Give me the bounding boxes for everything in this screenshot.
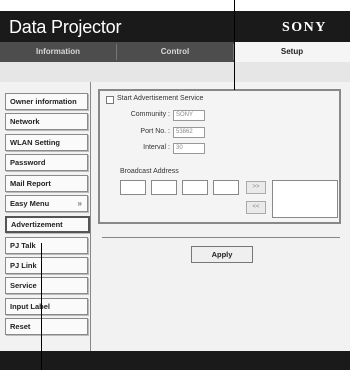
broadcast-octet-2-input[interactable] xyxy=(151,180,177,195)
callout-line xyxy=(41,243,42,370)
broadcast-address-list[interactable] xyxy=(272,180,338,218)
sidebar-item-pj-talk[interactable]: PJ Talk xyxy=(5,237,88,254)
sidebar-item-label: PJ Link xyxy=(10,261,37,270)
app-title: Data Projector xyxy=(9,17,122,37)
sub-header-band xyxy=(0,62,350,82)
broadcast-address-label: Broadcast Address xyxy=(120,168,179,175)
sidebar-item-input-label[interactable]: Input Label xyxy=(5,298,88,315)
footer-bar xyxy=(0,351,350,370)
sidebar-divider xyxy=(90,82,91,351)
port-input[interactable]: 53862 xyxy=(173,127,205,138)
brand-logo: SONY xyxy=(282,20,327,35)
port-label: Port No. : xyxy=(140,128,170,135)
chevron-double-right-icon: » xyxy=(77,199,82,208)
add-address-button[interactable]: >> xyxy=(246,181,266,194)
broadcast-octet-1-input[interactable] xyxy=(120,180,146,195)
start-advertisement-label: Start Advertisement Service xyxy=(117,95,204,102)
sidebar-item-label: Password xyxy=(10,158,46,167)
sidebar-item-mail-report[interactable]: Mail Report xyxy=(5,175,88,192)
interval-label: Interval : xyxy=(143,144,170,151)
sidebar-item-easy-menu[interactable]: Easy Menu » xyxy=(5,195,88,212)
sidebar-item-label: Mail Report xyxy=(10,179,51,188)
tab-control[interactable]: Control xyxy=(117,42,233,62)
sidebar-item-password[interactable]: Password xyxy=(5,154,88,171)
sidebar-item-pj-link[interactable]: PJ Link xyxy=(5,257,88,274)
tab-information[interactable]: Information xyxy=(0,42,116,62)
sidebar-item-network[interactable]: Network xyxy=(5,113,88,130)
interval-input[interactable]: 30 xyxy=(173,143,205,154)
sidebar-item-label: Reset xyxy=(10,322,31,331)
sidebar-item-label: Input Label xyxy=(10,302,50,311)
sidebar-item-label: Service xyxy=(10,281,37,290)
community-input[interactable]: SONY xyxy=(173,110,205,121)
callout-line xyxy=(234,0,235,90)
start-advertisement-checkbox[interactable] xyxy=(106,96,114,104)
sidebar-item-label: Network xyxy=(10,117,40,126)
tab-setup[interactable]: Setup xyxy=(234,42,350,62)
remove-address-button[interactable]: << xyxy=(246,201,266,214)
sidebar-item-wlan-setting[interactable]: WLAN Setting xyxy=(5,134,88,151)
community-label: Community : xyxy=(130,111,170,118)
sidebar-item-label: PJ Talk xyxy=(10,241,36,250)
sidebar-item-reset[interactable]: Reset xyxy=(5,318,88,335)
apply-button[interactable]: Apply xyxy=(191,246,253,263)
sidebar-item-advertizement[interactable]: Advertizement xyxy=(5,216,90,233)
sidebar-item-label: Advertizement xyxy=(11,220,63,229)
broadcast-octet-3-input[interactable] xyxy=(182,180,208,195)
sidebar-item-owner-information[interactable]: Owner information xyxy=(5,93,88,110)
sidebar-item-label: WLAN Setting xyxy=(10,138,60,147)
sidebar-item-label: Easy Menu xyxy=(10,199,50,208)
broadcast-octet-4-input[interactable] xyxy=(213,180,239,195)
section-divider xyxy=(102,237,340,238)
sidebar-item-service[interactable]: Service xyxy=(5,277,88,294)
sidebar-item-label: Owner information xyxy=(10,97,77,106)
